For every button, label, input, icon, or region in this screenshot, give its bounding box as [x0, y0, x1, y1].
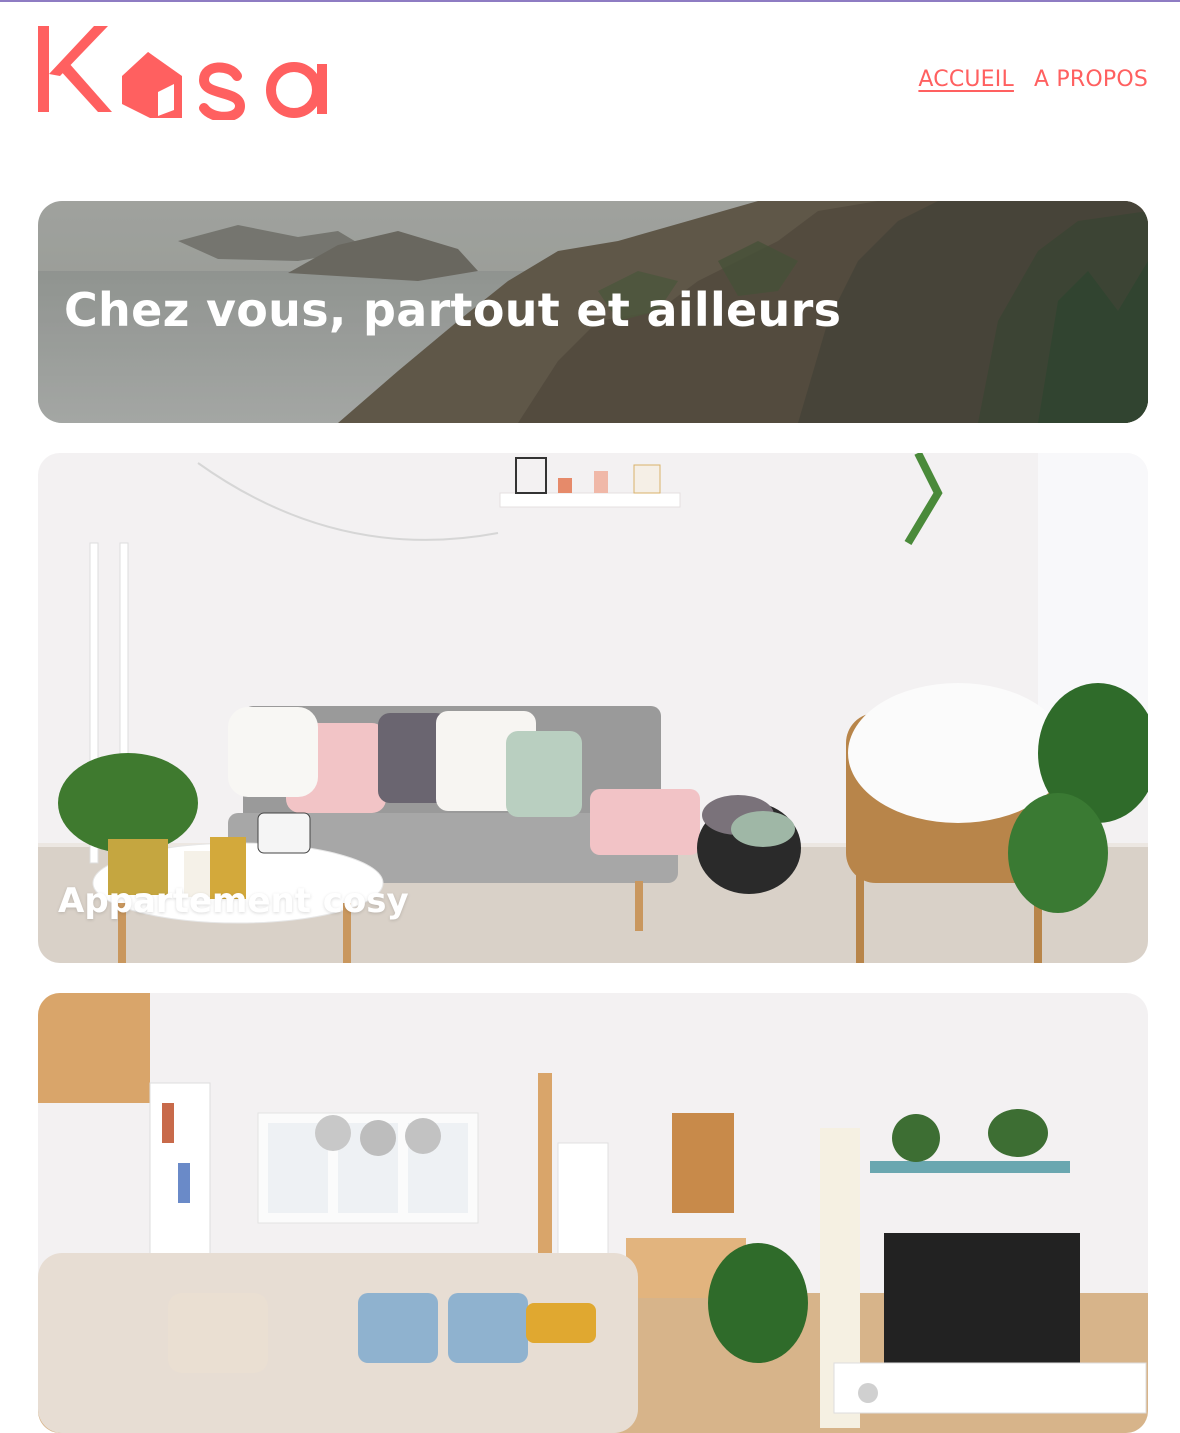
- kasa-logo[interactable]: [38, 24, 330, 120]
- banner-title: Chez vous, partout et ailleurs: [64, 283, 842, 337]
- site-header: ACCUEIL A PROPOS: [38, 22, 1148, 122]
- hero-banner: Chez vous, partout et ailleurs: [38, 201, 1148, 423]
- nav-link-accueil[interactable]: ACCUEIL: [918, 67, 1014, 92]
- listing-title: Appartement cosy: [58, 881, 409, 921]
- nav-link-a-propos[interactable]: A PROPOS: [1034, 67, 1148, 92]
- listing-card[interactable]: Appartement cosy: [38, 453, 1148, 963]
- top-accent-line: [0, 0, 1180, 2]
- main-nav: ACCUEIL A PROPOS: [918, 67, 1148, 92]
- bright-living-room-image: [38, 993, 1148, 1433]
- listing-card[interactable]: [38, 993, 1148, 1433]
